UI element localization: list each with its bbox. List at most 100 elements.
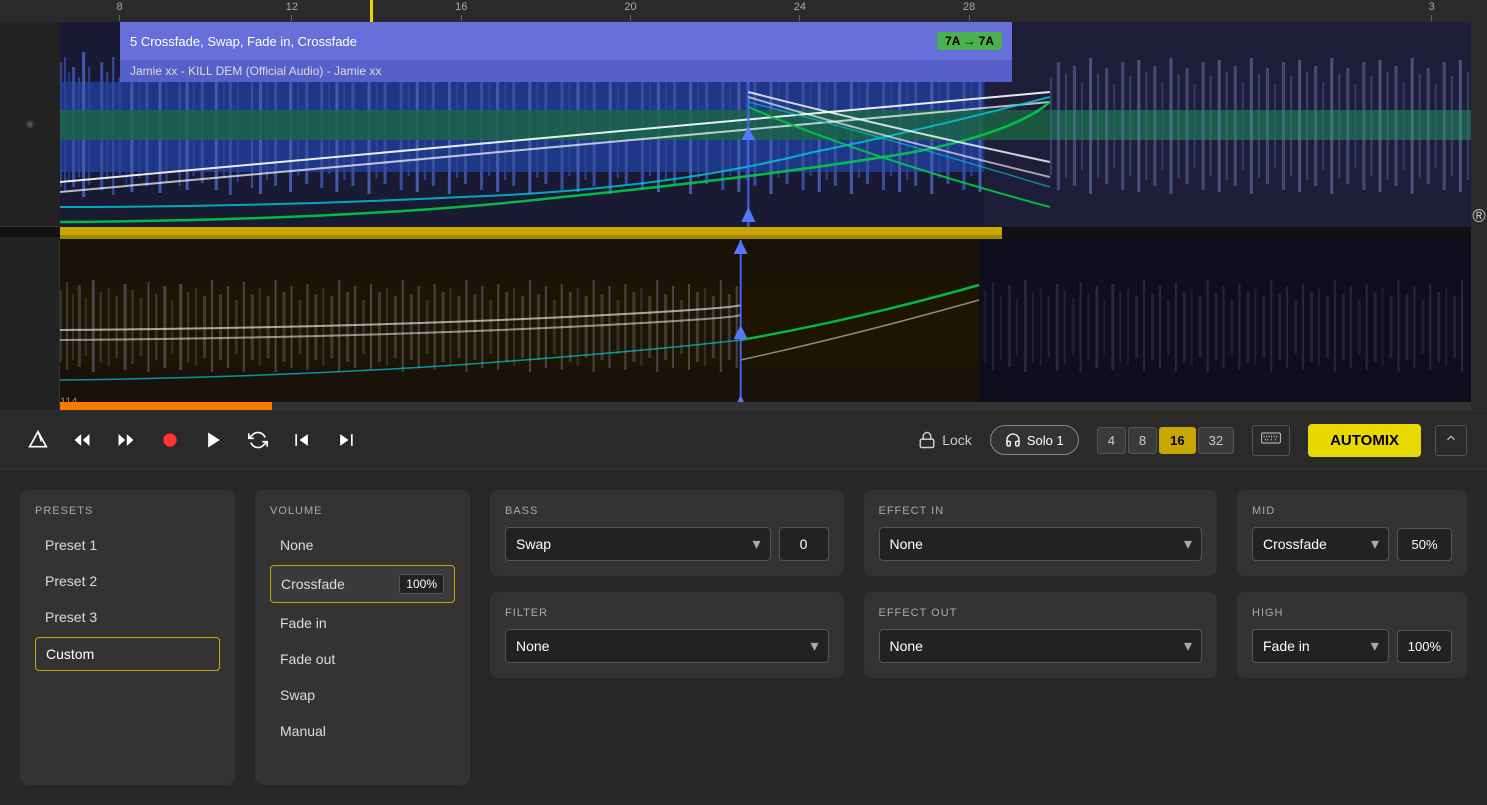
ruler-mark-8: 8 <box>116 1 122 21</box>
fast-forward-icon <box>116 430 136 450</box>
bass-row: Swap None Crossfade Fade in Fade out 0 <box>505 527 829 561</box>
ruler-mark-24: 24 <box>794 1 806 21</box>
skip-back-icon <box>292 430 312 450</box>
skip-forward-button[interactable] <box>328 424 364 456</box>
mid-select-wrapper: Crossfade None Fade in Fade out Swap <box>1252 527 1389 561</box>
track-key-badge: 7A → 7A <box>937 32 1002 50</box>
chevron-up-icon <box>1444 431 1458 445</box>
bass-title: BASS <box>505 505 829 517</box>
effect-out-block: EFFECT OUT None Crossfade Fade in Fade o… <box>864 592 1218 678</box>
skip-back-button[interactable] <box>284 424 320 456</box>
mid-pct: 50% <box>1397 528 1452 561</box>
rewind-button[interactable] <box>64 424 100 456</box>
metronome-icon <box>28 430 48 450</box>
bass-value: 0 <box>779 527 829 561</box>
ruler-mark-16: 16 <box>455 1 467 21</box>
filter-block: FILTER None Crossfade Fade in Fade out S… <box>490 592 844 678</box>
headphones-icon <box>1005 432 1021 448</box>
track-divider <box>0 227 60 237</box>
volume-title: VOLUME <box>270 505 455 517</box>
effect-out-select-wrapper: None Crossfade Fade in Fade out Swap <box>879 629 1203 663</box>
effect-out-select[interactable]: None Crossfade Fade in Fade out Swap <box>879 629 1203 663</box>
ruler-mark-12: 12 <box>286 1 298 21</box>
loop-icon <box>248 430 268 450</box>
lock-icon <box>918 431 936 449</box>
preset-1[interactable]: Preset 1 <box>35 529 220 561</box>
bass-select-wrapper: Swap None Crossfade Fade in Fade out <box>505 527 771 561</box>
volume-crossfade-pct: 100% <box>399 574 444 594</box>
high-block: HIGH Fade in None Crossfade Fade out Swa… <box>1237 592 1467 678</box>
track-info-bar: 5 Crossfade, Swap, Fade in, Crossfade 7A… <box>120 22 1012 60</box>
volume-crossfade[interactable]: Crossfade 100% <box>270 565 455 603</box>
track-area: ◉ ◉ 5 Crossfade, Swap, Fade in, Crossfad… <box>0 22 1487 410</box>
upper-waveform-container: 5 Crossfade, Swap, Fade in, Crossfade 7A… <box>60 22 1487 227</box>
presets-panel: PRESETS Preset 1 Preset 2 Preset 3 Custo… <box>20 490 235 785</box>
filter-row: None Crossfade Fade in Fade out Swap <box>505 629 829 663</box>
ruler-playhead <box>370 0 373 22</box>
presets-title: PRESETS <box>35 505 220 517</box>
loop-button[interactable] <box>240 424 276 456</box>
automix-button[interactable]: AUTOMIX <box>1308 424 1421 457</box>
high-select-wrapper: Fade in None Crossfade Fade out Swap <box>1252 629 1389 663</box>
effect-column: EFFECT IN None Crossfade Fade in Fade ou… <box>864 490 1218 785</box>
lower-track <box>0 240 1487 410</box>
effect-in-block: EFFECT IN None Crossfade Fade in Fade ou… <box>864 490 1218 576</box>
mid-high-column: MID Crossfade None Fade in Fade out Swap… <box>1237 490 1467 785</box>
record-button[interactable] <box>152 424 188 456</box>
bass-select[interactable]: Swap None Crossfade Fade in Fade out <box>505 527 771 561</box>
volume-panel: VOLUME None Crossfade 100% Fade in Fade … <box>255 490 470 785</box>
transport-bar: Lock Solo 1 4 8 16 32 AUTOMIX <box>0 410 1487 470</box>
track-song-name: Jamie xx - KILL DEM (Official Audio) - J… <box>130 64 381 78</box>
volume-none[interactable]: None <box>270 529 455 561</box>
effect-out-row: None Crossfade Fade in Fade out Swap <box>879 629 1203 663</box>
high-select[interactable]: Fade in None Crossfade Fade out Swap <box>1252 629 1389 663</box>
high-title: HIGH <box>1252 607 1452 619</box>
keyboard-button[interactable] <box>1252 425 1290 456</box>
timeline-ruler: 8 12 16 20 24 28 3 <box>0 0 1487 22</box>
metronome-button[interactable] <box>20 424 56 456</box>
gold-separator-bar-2 <box>60 235 1002 239</box>
mid-row: Crossfade None Fade in Fade out Swap 50% <box>1252 527 1452 561</box>
effect-in-title: EFFECT IN <box>879 505 1203 517</box>
bottom-panel: PRESETS Preset 1 Preset 2 Preset 3 Custo… <box>0 470 1487 805</box>
lower-waveform-svg <box>60 240 1471 410</box>
timeline-progress-bar[interactable] <box>60 402 1471 410</box>
ruler-mark-20: 20 <box>624 1 636 21</box>
filter-select[interactable]: None Crossfade Fade in Fade out Swap <box>505 629 829 663</box>
bass-block: BASS Swap None Crossfade Fade in Fade ou… <box>490 490 844 576</box>
beat-size-4[interactable]: 4 <box>1097 427 1126 454</box>
track-title: 5 Crossfade, Swap, Fade in, Crossfade <box>130 34 937 49</box>
play-button[interactable] <box>196 424 232 456</box>
effect-in-select-wrapper: None Crossfade Fade in Fade out Swap <box>879 527 1203 561</box>
track-subtitle: Jamie xx - KILL DEM (Official Audio) - J… <box>120 60 1012 82</box>
solo-button[interactable]: Solo 1 <box>990 425 1079 455</box>
preset-2[interactable]: Preset 2 <box>35 565 220 597</box>
ruler-mark-28: 28 <box>963 1 975 21</box>
volume-manual[interactable]: Manual <box>270 715 455 747</box>
preset-custom[interactable]: Custom <box>35 637 220 671</box>
fast-forward-button[interactable] <box>108 424 144 456</box>
effect-in-select[interactable]: None Crossfade Fade in Fade out Swap <box>879 527 1203 561</box>
effect-out-title: EFFECT OUT <box>879 607 1203 619</box>
lower-track-waveform <box>60 240 1471 410</box>
lock-label: Lock <box>942 432 972 448</box>
filter-title: FILTER <box>505 607 829 619</box>
mid-title: MID <box>1252 505 1452 517</box>
timeline-area: 8 12 16 20 24 28 3 ◉ ◉ 5 Crossfade, Swap <box>0 0 1487 410</box>
mid-select[interactable]: Crossfade None Fade in Fade out Swap <box>1252 527 1389 561</box>
lock-group: Lock <box>918 431 972 449</box>
collapse-button[interactable] <box>1435 425 1467 456</box>
volume-fade-in[interactable]: Fade in <box>270 607 455 639</box>
keyboard-icon <box>1261 431 1281 445</box>
beat-size-8[interactable]: 8 <box>1128 427 1157 454</box>
right-scrollbar[interactable]: ® <box>1471 22 1487 410</box>
beat-size-32[interactable]: 32 <box>1198 427 1234 454</box>
preset-3[interactable]: Preset 3 <box>35 601 220 633</box>
beat-size-16[interactable]: 16 <box>1159 427 1195 454</box>
track-side-upper: ◉ <box>0 22 60 227</box>
high-pct: 100% <box>1397 630 1452 663</box>
record-icon <box>160 430 180 450</box>
bass-filter-column: BASS Swap None Crossfade Fade in Fade ou… <box>490 490 844 785</box>
volume-swap[interactable]: Swap <box>270 679 455 711</box>
volume-fade-out[interactable]: Fade out <box>270 643 455 675</box>
